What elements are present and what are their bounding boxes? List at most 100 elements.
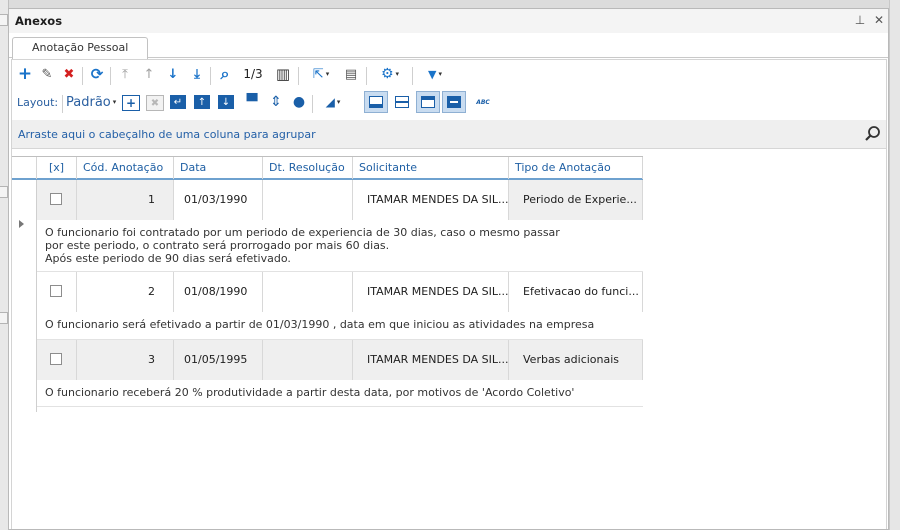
next-record-icon[interactable]: ↓ (164, 63, 182, 85)
refresh-icon[interactable]: ⟳ (88, 63, 106, 85)
spellcheck-icon[interactable]: ABC (472, 91, 494, 113)
toolbar-separator (110, 67, 111, 85)
select-cell (37, 272, 77, 312)
last-record-icon[interactable]: ⤓ (188, 63, 206, 85)
edit-icon[interactable]: ✎ (38, 63, 56, 85)
select-cell (37, 340, 77, 380)
footer-toggle-button[interactable] (364, 91, 388, 113)
remove-row-icon[interactable]: ✖ (146, 95, 164, 111)
row-cells: 2 01/08/1990 ITAMAR MENDES DA SIL... Efe… (37, 272, 643, 312)
column-header-resolution-date[interactable]: Dt. Resolução (263, 157, 353, 179)
requester-cell: ITAMAR MENDES DA SIL... (353, 340, 509, 380)
note-line: Após este periodo de 90 dias será efetiv… (45, 252, 291, 265)
type-cell: Efetivacao do funci... (509, 272, 643, 312)
grid-header: [x] Cód. Anotação Data Dt. Resolução Sol… (12, 156, 643, 180)
note-line: O funcionario foi contratado por um peri… (45, 226, 560, 239)
tab-content: + ✎ ✖ ⟳ ⤒ ↑ ↓ ⤓ ⌕ 1/3 ▥ ⇱ ▾ ▤ ⚙ ▾ ▼ ▾ Layou… (11, 59, 887, 529)
paint-format-icon[interactable]: ▀ (244, 91, 260, 113)
search-icon[interactable]: ⌕ (216, 63, 234, 85)
header-icon (421, 96, 435, 108)
layout-value: Padrão (66, 94, 111, 110)
note-line: O funcionario será efetivado a partir de… (45, 318, 595, 331)
chevron-down-icon: ▾ (325, 70, 330, 78)
code-cell: 1 (77, 180, 174, 220)
column-header-code[interactable]: Cód. Anotação (77, 157, 174, 179)
right-scroll-edge (889, 0, 900, 530)
toolbar-separator (312, 95, 313, 113)
group-footer-icon (395, 96, 409, 108)
layout-toolbar: Layout: Padrão ▾ + ✖ ↵ ↑ ↓ ▀ ⇕ ● ◢ ▾ ABC (12, 91, 886, 117)
color-fill-icon[interactable]: ● (290, 91, 308, 113)
first-record-icon[interactable]: ⤒ (116, 63, 134, 85)
requester-cell: ITAMAR MENDES DA SIL... (353, 180, 509, 220)
export-icon: ⇱ (312, 66, 324, 82)
current-row-indicator-icon (19, 220, 24, 228)
column-header-select[interactable]: [x] (37, 157, 77, 179)
chart-icon: ◢ (325, 95, 335, 109)
panel-header: Anexos ⊥ ✕ (9, 9, 888, 34)
chevron-down-icon: ▾ (112, 98, 117, 106)
resolution-date-cell (263, 272, 353, 312)
row-checkbox[interactable] (50, 353, 62, 365)
header-toggle-button[interactable] (416, 91, 440, 113)
panel-title: Anexos (15, 14, 63, 28)
chevron-down-icon: ▾ (336, 98, 341, 106)
chevron-down-icon: ▾ (438, 70, 442, 78)
row-checkbox[interactable] (50, 193, 62, 205)
group-by-hint: Arraste aqui o cabeçalho de uma coluna p… (18, 128, 316, 141)
move-up-icon[interactable]: ↑ (194, 95, 210, 109)
preview-toggle-button[interactable] (442, 91, 466, 113)
note-line: por este periodo, o contrato será prorro… (45, 239, 390, 252)
move-down-icon[interactable]: ↓ (218, 95, 234, 109)
layout-select[interactable]: Padrão ▾ (66, 91, 116, 113)
wrap-row-icon[interactable]: ↵ (170, 95, 186, 109)
select-cell (37, 180, 77, 220)
footer-icon (369, 96, 383, 108)
toolbar-separator (82, 67, 83, 85)
toolbar-separator (366, 67, 367, 85)
resolution-date-cell (263, 180, 353, 220)
search-icon[interactable] (864, 125, 882, 143)
close-icon[interactable]: ✕ (872, 13, 886, 27)
tab-strip: Anotação Pessoal (9, 33, 888, 60)
group-by-panel[interactable]: Arraste aqui o cabeçalho de uma coluna p… (12, 120, 886, 149)
indicator-header (12, 157, 37, 179)
toolbar-separator (412, 67, 413, 85)
column-header-requester[interactable]: Solicitante (353, 157, 509, 179)
date-cell: 01/03/1990 (174, 180, 263, 220)
delete-icon[interactable]: ✖ (60, 63, 78, 85)
group-footer-toggle-button[interactable] (390, 91, 414, 113)
requester-cell: ITAMAR MENDES DA SIL... (353, 272, 509, 312)
pin-icon[interactable]: ⊥ (853, 13, 867, 27)
preview-icon (447, 96, 461, 108)
date-cell: 01/05/1995 (174, 340, 263, 380)
settings-button[interactable]: ⚙ ▾ (374, 63, 406, 85)
toolbar-separator (298, 67, 299, 85)
row-cells: 1 01/03/1990 ITAMAR MENDES DA SIL... Per… (37, 180, 643, 220)
left-edge-stub (0, 186, 8, 198)
chart-button[interactable]: ◢ ▾ (318, 91, 348, 113)
code-cell: 2 (77, 272, 174, 312)
column-header-type[interactable]: Tipo de Anotação (509, 157, 643, 179)
tab-anotacao-pessoal[interactable]: Anotação Pessoal (12, 37, 149, 60)
row-cells: 3 01/05/1995 ITAMAR MENDES DA SIL... Ver… (37, 340, 643, 380)
type-cell: Periodo de Experie... (509, 180, 643, 220)
filter-button[interactable]: ▼ ▾ (420, 63, 450, 85)
column-format-icon[interactable]: ⇕ (268, 91, 284, 113)
row-checkbox[interactable] (50, 285, 62, 297)
resolution-date-cell (263, 340, 353, 380)
date-cell: 01/08/1990 (174, 272, 263, 312)
report-icon[interactable]: ▤ (342, 63, 360, 85)
export-button[interactable]: ⇱ ▾ (306, 63, 336, 85)
column-header-date[interactable]: Data (174, 157, 263, 179)
add-icon[interactable]: + (16, 63, 34, 85)
left-edge-stub (0, 312, 8, 324)
toolbar-separator (210, 67, 211, 85)
previous-record-icon[interactable]: ↑ (140, 63, 158, 85)
add-row-icon[interactable]: + (122, 95, 140, 111)
left-edge-stub (0, 14, 8, 26)
row-indicator-column (12, 180, 37, 412)
columns-icon[interactable]: ▥ (274, 63, 292, 85)
main-toolbar: + ✎ ✖ ⟳ ⤒ ↑ ↓ ⤓ ⌕ 1/3 ▥ ⇱ ▾ ▤ ⚙ ▾ ▼ ▾ (12, 63, 886, 89)
layout-label: Layout: (17, 96, 59, 109)
